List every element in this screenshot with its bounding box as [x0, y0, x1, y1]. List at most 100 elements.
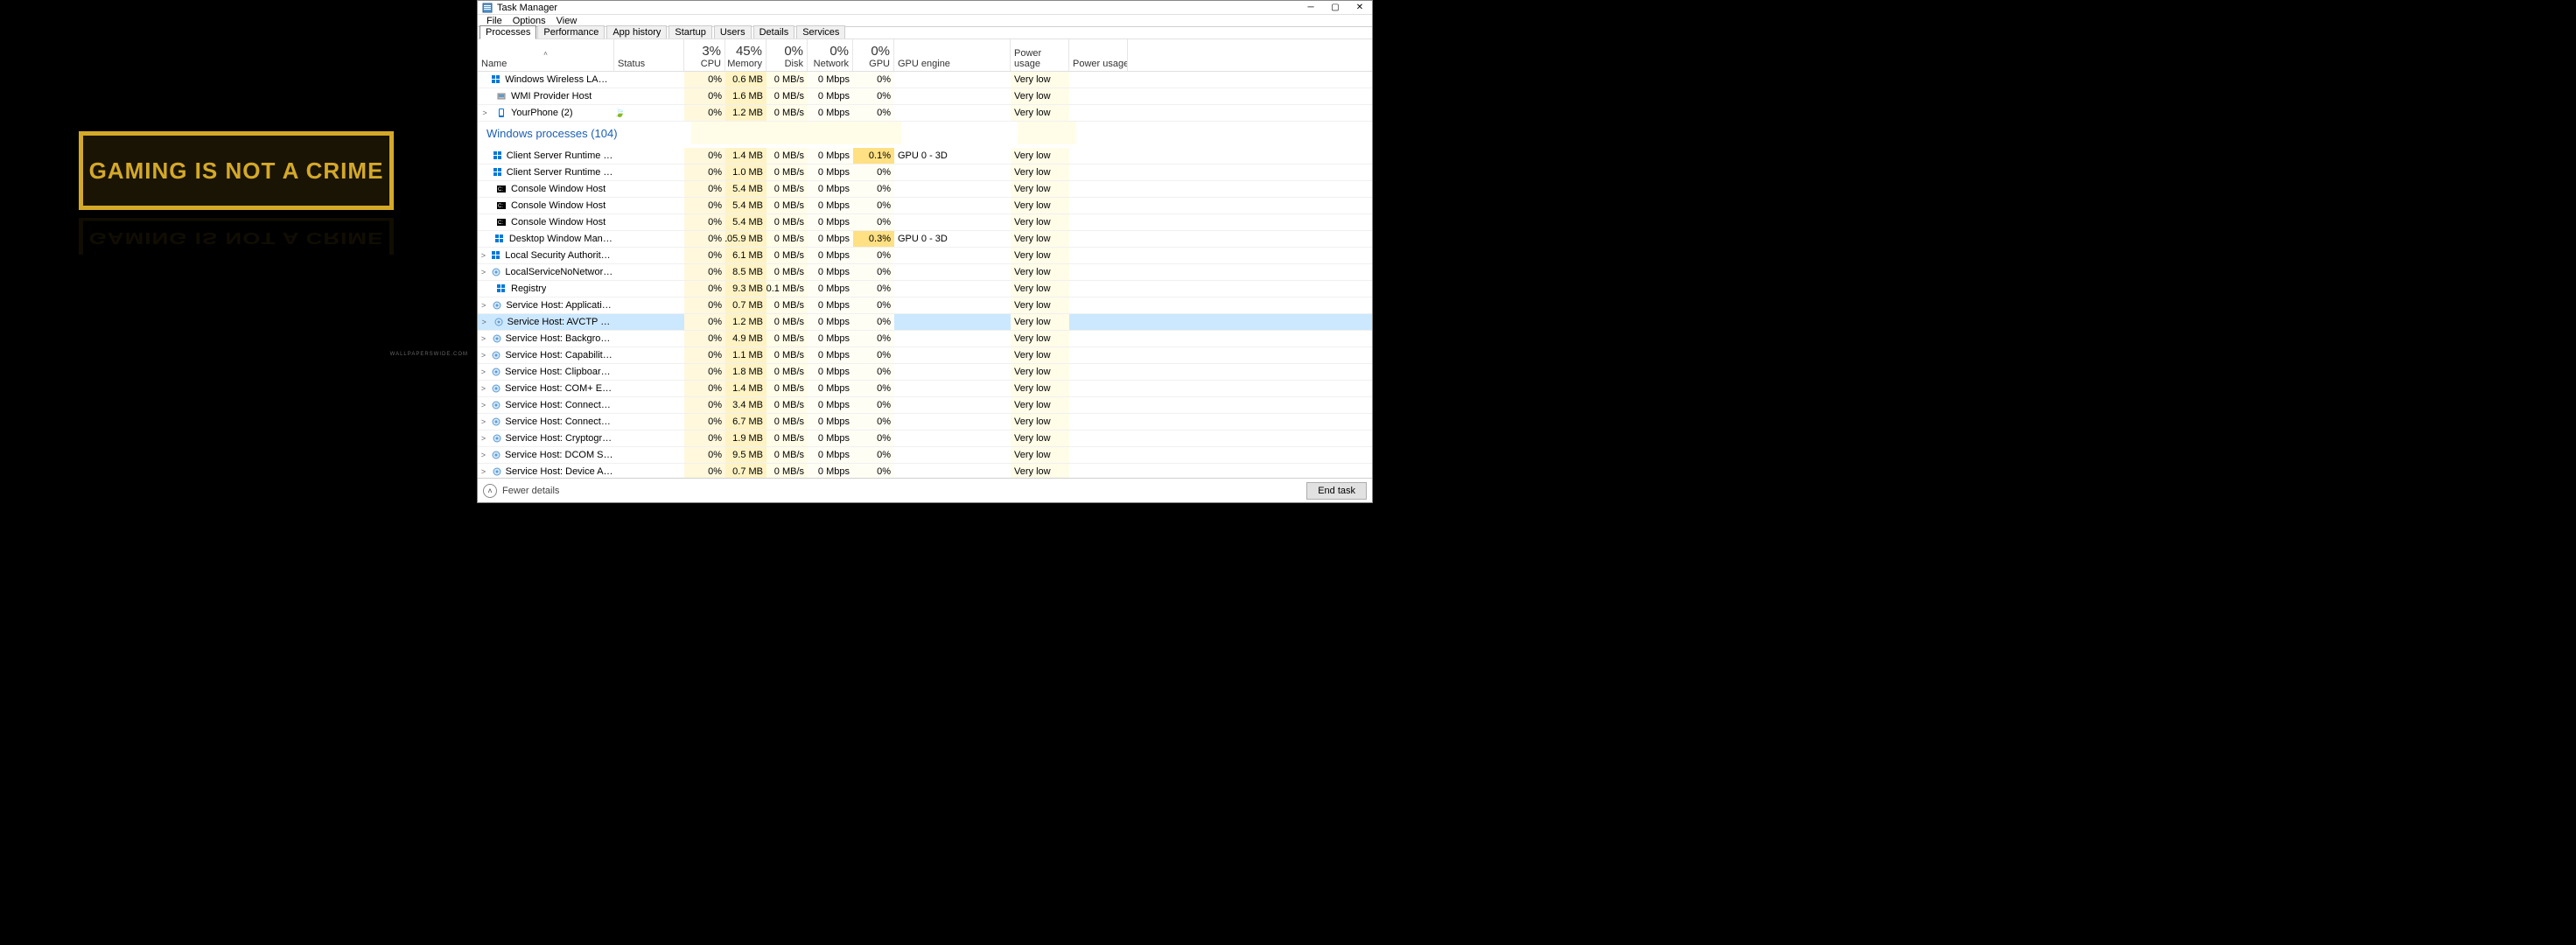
- tab-app-history[interactable]: App history: [606, 25, 667, 38]
- process-row[interactable]: Desktop Window Manager0%105.9 MB0 MB/s0 …: [478, 231, 1372, 248]
- cell-cpu: 0%: [684, 364, 725, 380]
- desktop-rest: [1373, 0, 2576, 945]
- cell-mem: 5.4 MB: [725, 214, 766, 230]
- process-name: Console Window Host: [511, 184, 606, 194]
- cell-disk: 0 MB/s: [766, 464, 808, 478]
- process-row[interactable]: Windows Wireless LAN 802.11 E...0%0.6 MB…: [478, 72, 1372, 88]
- cell-gpu: 0%: [853, 464, 894, 478]
- cell-gpu-engine: [894, 447, 1011, 463]
- cell-mem: 0.7 MB: [725, 464, 766, 478]
- col-status[interactable]: Status: [614, 39, 684, 71]
- close-button[interactable]: ✕: [1348, 1, 1372, 14]
- cell-mem: 0.6 MB: [725, 72, 766, 88]
- cell-mem: 1.6 MB: [725, 88, 766, 104]
- tab-startup[interactable]: Startup: [668, 25, 711, 38]
- tab-services[interactable]: Services: [796, 25, 845, 38]
- process-row[interactable]: C:Console Window Host0%5.4 MB0 MB/s0 Mbp…: [478, 198, 1372, 214]
- process-row[interactable]: Client Server Runtime Process0%1.4 MB0 M…: [478, 148, 1372, 164]
- process-row[interactable]: C:Console Window Host0%5.4 MB0 MB/s0 Mbp…: [478, 214, 1372, 231]
- expand-icon[interactable]: >: [480, 401, 487, 410]
- cell-mem: 1.0 MB: [725, 164, 766, 180]
- process-row[interactable]: >Service Host: Background Intelli...0%4.…: [478, 331, 1372, 347]
- process-row[interactable]: >Service Host: Application Infor...0%0.7…: [478, 298, 1372, 314]
- expand-icon[interactable]: >: [480, 301, 488, 310]
- cell-cpu: 0%: [684, 248, 725, 263]
- process-row[interactable]: >Service Host: Connected Device...0%3.4 …: [478, 397, 1372, 414]
- process-row[interactable]: >YourPhone (2)🍃0%1.2 MB0 MB/s0 Mbps0%Ver…: [478, 105, 1372, 122]
- cell-disk: 0 MB/s: [766, 72, 808, 88]
- expand-icon[interactable]: >: [480, 318, 488, 326]
- fewer-details-button[interactable]: ˄ Fewer details: [483, 484, 559, 498]
- process-row[interactable]: Client Server Runtime Process0%1.0 MB0 M…: [478, 164, 1372, 181]
- cell-cpu: 0%: [684, 264, 725, 280]
- cell-disk: 0 MB/s: [766, 314, 808, 330]
- cell-gpu-engine: [894, 414, 1011, 430]
- cell-disk: 0 MB/s: [766, 364, 808, 380]
- cell-net: 0 Mbps: [808, 414, 853, 430]
- titlebar[interactable]: Task Manager ─ ▢ ✕: [478, 1, 1372, 15]
- end-task-button[interactable]: End task: [1306, 482, 1367, 500]
- expand-icon[interactable]: >: [480, 434, 487, 443]
- process-row[interactable]: WMI Provider Host0%1.6 MB0 MB/s0 Mbps0%V…: [478, 88, 1372, 105]
- cell-net: 0 Mbps: [808, 314, 853, 330]
- process-row[interactable]: >Service Host: Clipboard User Ser...0%1.…: [478, 364, 1372, 381]
- process-row[interactable]: >Service Host: AVCTP service0%1.2 MB0 MB…: [478, 314, 1372, 331]
- process-row[interactable]: >Service Host: COM+ Event Syste...0%1.4 …: [478, 381, 1372, 397]
- expand-icon[interactable]: >: [480, 467, 487, 476]
- menu-view[interactable]: View: [551, 16, 583, 26]
- cell-mem: 9.5 MB: [725, 447, 766, 463]
- col-power-trend[interactable]: Power usage tr...: [1069, 39, 1128, 71]
- col-power-usage[interactable]: Power usage: [1011, 39, 1069, 71]
- cell-mem: 3.4 MB: [725, 397, 766, 413]
- process-row[interactable]: >Service Host: Cryptographic Ser...0%1.9…: [478, 430, 1372, 447]
- wallpaper-watermark: WALLPAPERSWIDE.COM: [390, 352, 468, 357]
- expand-icon[interactable]: >: [480, 417, 487, 426]
- cell-net: 0 Mbps: [808, 264, 853, 280]
- cell-power: Very low: [1011, 264, 1069, 280]
- col-disk[interactable]: 0% Disk: [766, 39, 808, 71]
- expand-icon[interactable]: >: [480, 368, 487, 376]
- maximize-button[interactable]: ▢: [1323, 1, 1348, 14]
- cell-cpu: 0%: [684, 331, 725, 346]
- col-gpu[interactable]: 0% GPU: [853, 39, 894, 71]
- menu-options[interactable]: Options: [508, 16, 551, 26]
- cell-gpu-engine: [894, 430, 1011, 446]
- expand-icon[interactable]: >: [480, 384, 487, 393]
- col-name[interactable]: ˄ Name: [478, 39, 614, 71]
- col-network[interactable]: 0% Network: [808, 39, 853, 71]
- process-row[interactable]: >Service Host: DCOM Server Proc...0%9.5 …: [478, 447, 1372, 464]
- cell-power: Very low: [1011, 298, 1069, 313]
- expand-icon[interactable]: >: [480, 108, 490, 117]
- process-list[interactable]: Windows Wireless LAN 802.11 E...0%0.6 MB…: [478, 72, 1372, 478]
- expand-icon[interactable]: >: [480, 334, 487, 343]
- tab-processes[interactable]: Processes: [480, 25, 536, 39]
- expand-icon[interactable]: >: [480, 251, 487, 260]
- tab-details[interactable]: Details: [753, 25, 795, 38]
- expand-icon[interactable]: >: [480, 451, 487, 459]
- cell-mem: 5.4 MB: [725, 198, 766, 214]
- cell-net: 0 Mbps: [808, 231, 853, 247]
- col-memory[interactable]: 45% Memory: [725, 39, 766, 71]
- group-header-windows-processes[interactable]: Windows processes (104): [478, 122, 1372, 148]
- cell-gpu-engine: [894, 298, 1011, 313]
- cell-power: Very low: [1011, 88, 1069, 104]
- menu-file[interactable]: File: [481, 16, 508, 26]
- col-cpu[interactable]: 3% CPU: [684, 39, 725, 71]
- process-row[interactable]: >Local Security Authority Process ...0%6…: [478, 248, 1372, 264]
- process-row[interactable]: >Service Host: Capability Access ...0%1.…: [478, 347, 1372, 364]
- cell-gpu: 0%: [853, 88, 894, 104]
- process-row[interactable]: >LocalServiceNoNetworkFirewall ...0%8.5 …: [478, 264, 1372, 281]
- tab-performance[interactable]: Performance: [537, 25, 605, 38]
- process-icon: [495, 107, 508, 119]
- process-icon: [491, 399, 501, 411]
- tab-users[interactable]: Users: [714, 25, 752, 38]
- expand-icon[interactable]: >: [480, 351, 487, 360]
- expand-icon[interactable]: >: [480, 268, 487, 276]
- col-gpu-engine[interactable]: GPU engine: [894, 39, 1011, 71]
- process-row[interactable]: C:Console Window Host0%5.4 MB0 MB/s0 Mbp…: [478, 181, 1372, 198]
- leaf-icon: 🍃: [614, 108, 625, 118]
- process-row[interactable]: >Service Host: Device Associatio...0%0.7…: [478, 464, 1372, 478]
- process-row[interactable]: >Service Host: Connected Device...0%6.7 …: [478, 414, 1372, 430]
- minimize-button[interactable]: ─: [1298, 1, 1323, 14]
- process-row[interactable]: Registry0%9.3 MB0.1 MB/s0 Mbps0%Very low: [478, 281, 1372, 298]
